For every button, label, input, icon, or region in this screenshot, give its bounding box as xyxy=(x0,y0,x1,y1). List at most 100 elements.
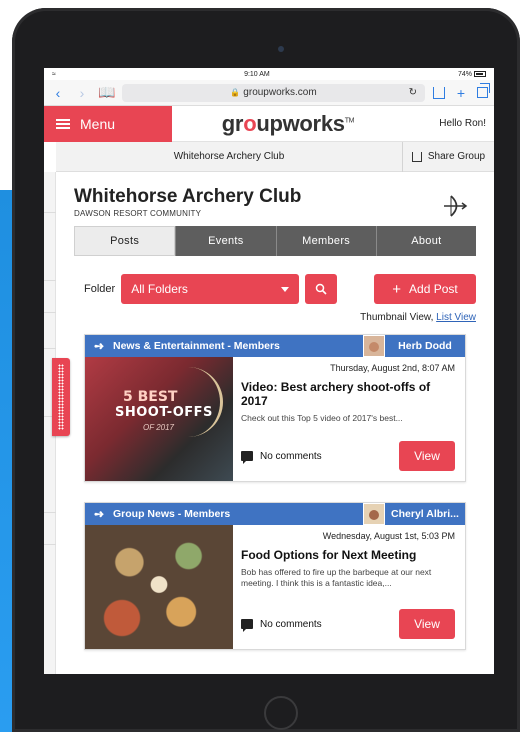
status-time: 9:10 AM xyxy=(244,70,270,78)
post-body: 5 BEST SHOOT-OFFS OF 2017 Thursday, Augu… xyxy=(85,357,465,481)
post-header: ➺ Group News - Members Cheryl Albri... xyxy=(85,503,465,525)
comment-count[interactable]: No comments xyxy=(260,451,322,462)
post-date: Thursday, August 2nd, 8:07 AM xyxy=(330,363,455,373)
bow-arrow-icon: ➺ xyxy=(93,339,105,353)
tabs-icon[interactable] xyxy=(477,83,490,98)
view-button[interactable]: View xyxy=(399,609,455,639)
tab-members[interactable]: Members xyxy=(275,226,376,256)
share-group-label: Share Group xyxy=(427,151,486,162)
stage: ≈ 9:10 AM 74% ‹ › 📖 🔒 groupworks.com ↻ +… xyxy=(0,0,523,732)
wifi-icon: ≈ xyxy=(52,70,56,78)
post-category[interactable]: Group News - Members xyxy=(113,508,363,520)
avatar-face xyxy=(369,342,379,352)
page-subtitle: DAWSON RESORT COMMUNITY xyxy=(74,209,202,218)
tab-posts[interactable]: Posts xyxy=(74,226,176,256)
divider xyxy=(44,512,56,513)
post-content: Wednesday, August 1st, 5:03 PM Food Opti… xyxy=(233,525,465,649)
post-thumbnail[interactable]: 5 BEST SHOOT-OFFS OF 2017 xyxy=(85,357,233,481)
camera-icon xyxy=(278,46,284,52)
post-body: Wednesday, August 1st, 5:03 PM Food Opti… xyxy=(85,525,465,649)
logo-part-1: gr xyxy=(221,110,244,136)
menu-label: Menu xyxy=(80,115,116,132)
post-author[interactable]: Cheryl Albri... xyxy=(385,508,465,520)
comment-count[interactable]: No comments xyxy=(260,619,322,630)
avatar-face xyxy=(369,510,379,520)
add-post-button[interactable]: + Add Post xyxy=(374,274,476,304)
back-icon[interactable]: ‹ xyxy=(50,85,66,101)
search-icon xyxy=(315,283,327,295)
post-title[interactable]: Food Options for Next Meeting xyxy=(241,548,455,562)
divider xyxy=(44,280,56,281)
post-card: ➺ Group News - Members Cheryl Albri... W… xyxy=(84,502,466,650)
page-title: Whitehorse Archery Club xyxy=(74,186,302,207)
group-tabs: Posts Events Members About xyxy=(74,226,476,256)
thumbnail-text-1: 5 BEST xyxy=(123,389,178,405)
comment-icon xyxy=(241,451,253,464)
logo-part-2: o xyxy=(243,110,257,136)
thumbnail-text-2: SHOOT-OFFS xyxy=(115,405,213,420)
view-toggle: Thumbnail View, List View xyxy=(74,312,476,324)
battery-status: 74% xyxy=(458,71,486,78)
post-footer: No comments View xyxy=(241,441,455,471)
thumbnail-view-label: Thumbnail View, xyxy=(360,312,434,323)
tab-events[interactable]: Events xyxy=(175,226,276,256)
logo-trademark: TM xyxy=(344,117,355,125)
screen: ≈ 9:10 AM 74% ‹ › 📖 🔒 groupworks.com ↻ +… xyxy=(44,68,494,674)
group-page: Whitehorse Archery Club DAWSON RESORT CO… xyxy=(74,186,476,650)
user-greeting[interactable]: Hello Ron! xyxy=(404,118,494,129)
group-name: Whitehorse Archery Club xyxy=(173,151,285,162)
share-icon[interactable] xyxy=(433,86,445,99)
reload-icon[interactable]: ↻ xyxy=(409,87,417,98)
post-author[interactable]: Herb Dodd xyxy=(385,340,465,352)
address-bar[interactable]: 🔒 groupworks.com ↻ xyxy=(122,83,425,102)
post-card: ➺ News & Entertainment - Members Herb Do… xyxy=(84,334,466,482)
post-category[interactable]: News & Entertainment - Members xyxy=(113,340,363,352)
avatar[interactable] xyxy=(363,335,385,357)
caret-down-icon xyxy=(281,286,290,292)
post-footer: No comments View xyxy=(241,609,455,639)
side-feedback-tab[interactable] xyxy=(52,358,70,436)
menu-button[interactable]: Menu xyxy=(44,105,172,142)
plus-icon: + xyxy=(392,280,402,298)
post-excerpt: Bob has offered to fire up the barbeque … xyxy=(241,567,432,588)
divider xyxy=(44,312,56,313)
share-group-icon xyxy=(411,151,422,162)
comment-icon xyxy=(241,619,253,632)
folder-select[interactable]: All Folders xyxy=(121,274,300,304)
browser-toolbar: ‹ › 📖 🔒 groupworks.com ↻ + xyxy=(44,80,494,106)
post-content: Thursday, August 2nd, 8:07 AM Video: Bes… xyxy=(233,357,465,481)
home-button[interactable] xyxy=(264,696,298,730)
list-view-link[interactable]: List View xyxy=(436,312,476,323)
add-post-label: Add Post xyxy=(409,282,458,296)
view-button[interactable]: View xyxy=(399,441,455,471)
divider xyxy=(44,212,56,213)
grip-dots-icon xyxy=(58,364,64,430)
thumbnail-text-3: OF 2017 xyxy=(143,423,174,432)
bow-arrow-icon: ➺ xyxy=(93,507,105,521)
bow-arrow-icon xyxy=(444,195,468,217)
status-bar: ≈ 9:10 AM 74% xyxy=(44,68,494,80)
share-group-button[interactable]: Share Group xyxy=(402,141,494,172)
post-date: Wednesday, August 1st, 5:03 PM xyxy=(322,531,455,541)
site-header: Menu groupworksTM Hello Ron! xyxy=(44,105,494,142)
folder-row: Folder All Folders + Add Post xyxy=(74,274,476,304)
new-tab-icon[interactable]: + xyxy=(453,85,469,101)
battery-icon xyxy=(473,70,486,77)
post-thumbnail[interactable] xyxy=(85,525,233,649)
url-text: groupworks.com xyxy=(243,87,317,98)
tab-about[interactable]: About xyxy=(375,226,476,256)
folder-label: Folder xyxy=(84,283,116,295)
avatar[interactable] xyxy=(363,503,385,525)
forward-icon[interactable]: › xyxy=(74,85,90,101)
bookmarks-icon[interactable]: 📖 xyxy=(98,84,115,101)
search-button[interactable] xyxy=(305,274,338,304)
lock-icon: 🔒 xyxy=(230,88,241,97)
post-excerpt: Check out this Top 5 video of 2017's bes… xyxy=(241,413,403,423)
battery-percent: 74% xyxy=(457,70,472,78)
group-bar: Whitehorse Archery Club Share Group xyxy=(56,141,494,172)
folder-selected-value: All Folders xyxy=(131,282,188,296)
post-header: ➺ News & Entertainment - Members Herb Do… xyxy=(85,335,465,357)
bow-graphic xyxy=(171,367,223,437)
post-title[interactable]: Video: Best archery shoot-offs of 2017 xyxy=(241,380,455,408)
groupworks-logo[interactable]: groupworksTM xyxy=(172,111,404,137)
